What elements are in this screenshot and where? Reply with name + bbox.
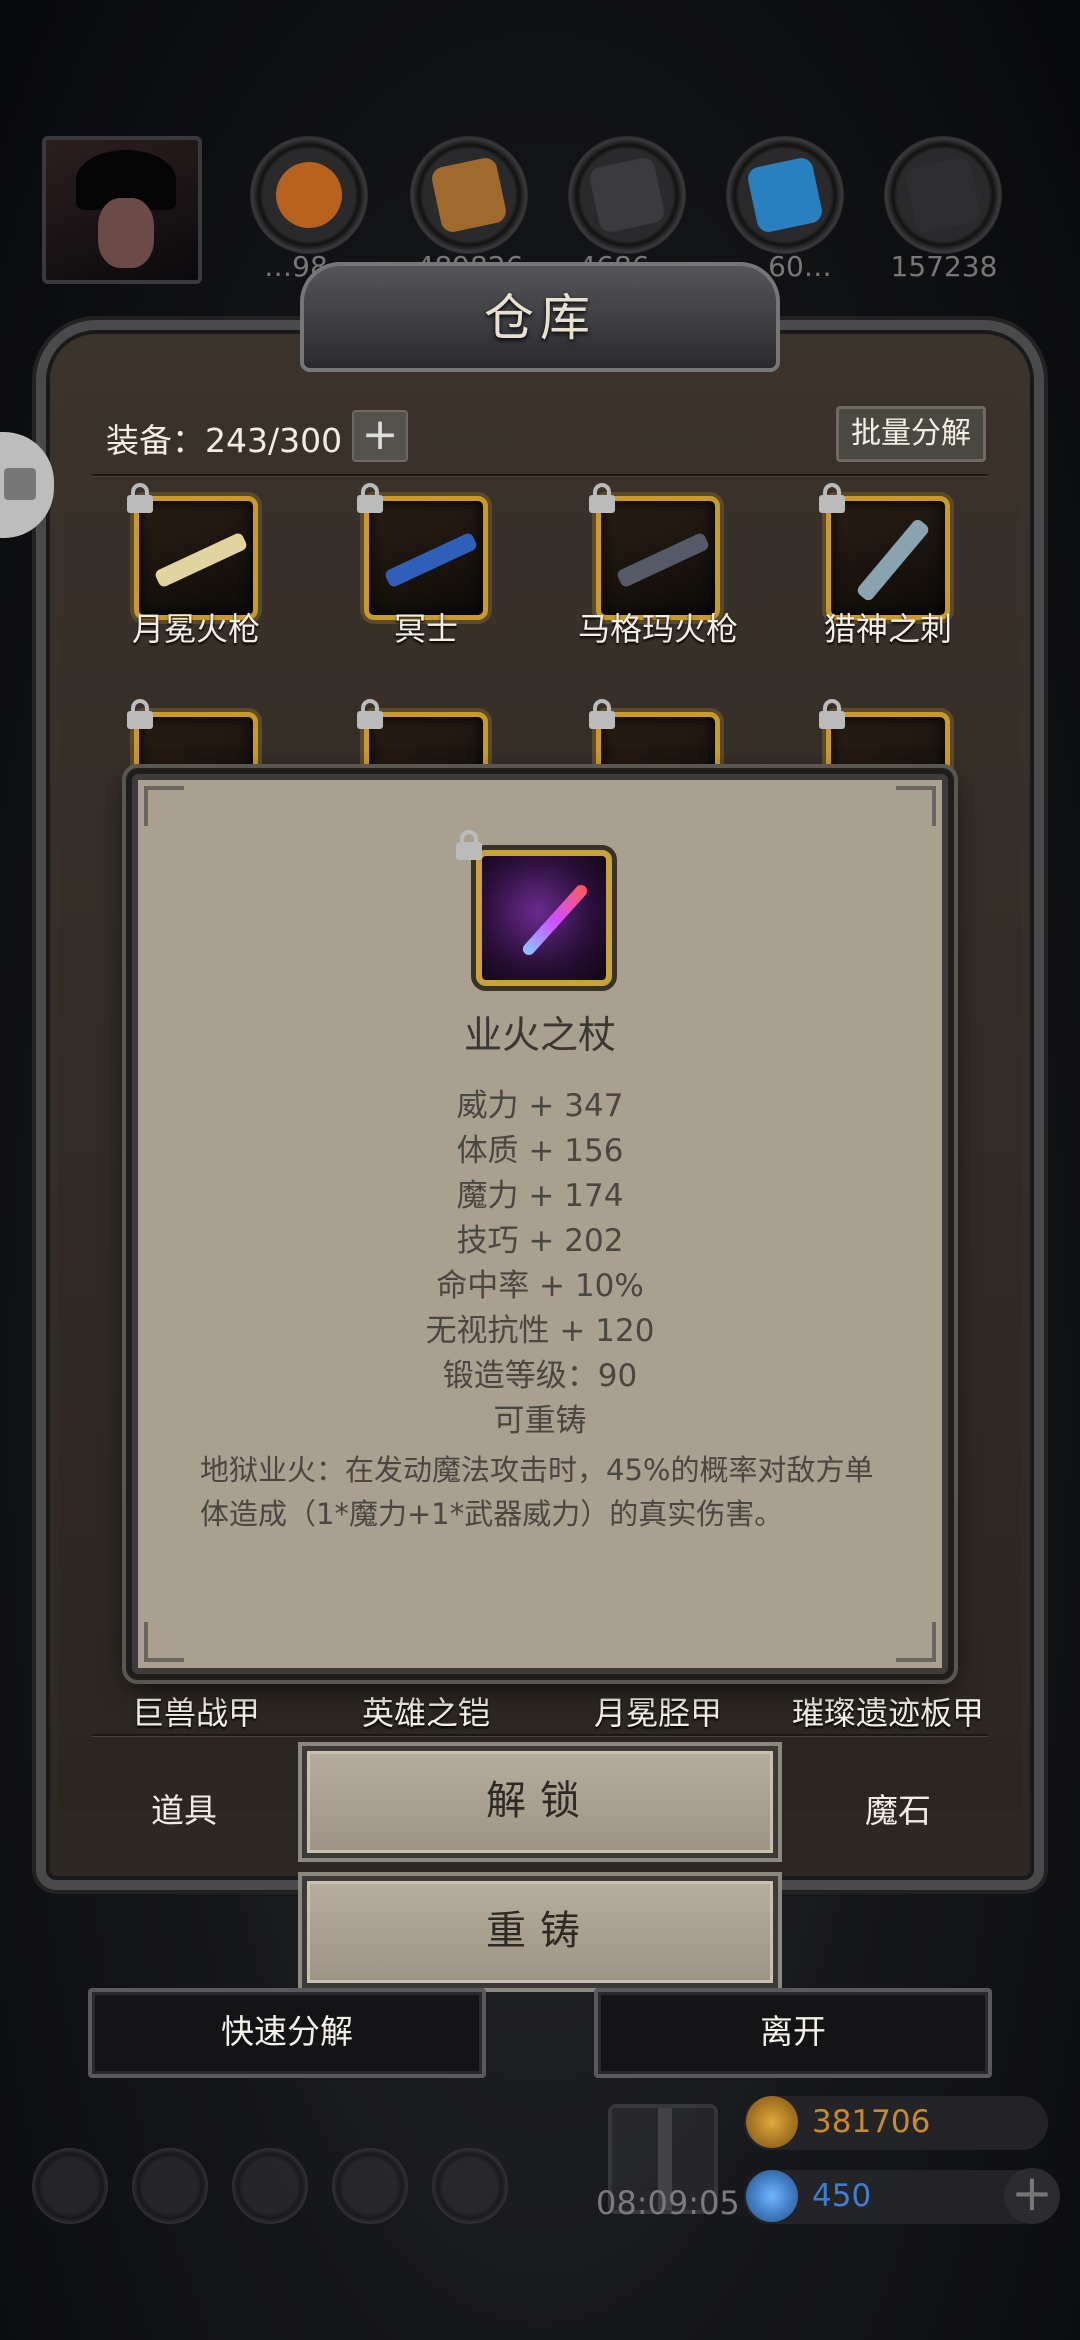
quick-decompose-button[interactable]: 快速分解 <box>88 1988 486 2078</box>
menu-icon[interactable] <box>132 2148 208 2224</box>
stat-line: 可重铸 <box>493 1403 587 1439</box>
expand-capacity-button[interactable]: + <box>352 410 408 462</box>
gold-coin-icon <box>746 2096 798 2148</box>
skill-description: 地狱业火：在发动魔法攻击时，45%的概率对敌方单体造成（1*魔力+1*武器威力）… <box>200 1453 874 1531</box>
stat-line: 威力 + 347 <box>456 1088 624 1124</box>
stat-line: 命中率 + 10% <box>436 1268 644 1304</box>
item-name: 璀璨遗迹板甲 <box>791 1694 984 1732</box>
equip-capacity: 装备：243/300 <box>106 421 343 460</box>
lock-icon <box>819 699 845 729</box>
leave-button[interactable]: 离开 <box>594 1988 992 2078</box>
lock-icon <box>589 699 615 729</box>
stat-line: 无视抗性 + 120 <box>425 1313 655 1349</box>
stat-line: 技巧 + 202 <box>456 1223 624 1259</box>
lock-icon <box>127 483 153 513</box>
resource-wood-icon <box>410 136 528 254</box>
add-currency-button[interactable]: + <box>1004 2168 1060 2224</box>
item-name: 月冕火枪 <box>131 610 260 648</box>
face-shape <box>98 198 154 268</box>
gold-amount: 381706 <box>812 2104 931 2140</box>
unlock-button[interactable]: 解锁 <box>302 1746 778 1858</box>
item-slot[interactable] <box>357 483 488 620</box>
shop-icon[interactable] <box>432 2148 508 2224</box>
page-title: 仓库 <box>484 289 596 347</box>
pistol-icon <box>383 531 479 589</box>
resource-crystal-icon <box>726 136 844 254</box>
divider <box>92 474 988 476</box>
settings-icon[interactable] <box>32 2148 108 2224</box>
tab-items[interactable]: 道具 <box>84 1784 284 1832</box>
item-name: 月冕胫甲 <box>593 1694 722 1732</box>
tab-magic-stones[interactable]: 魔石 <box>798 1784 998 1832</box>
resource-ore-icon <box>250 136 368 254</box>
item-slot[interactable] <box>589 483 720 620</box>
lock-icon <box>357 699 383 729</box>
item-slot[interactable] <box>819 483 950 620</box>
musket-icon <box>153 531 249 589</box>
dagger-icon <box>855 517 931 603</box>
stat-line: 魔力 + 174 <box>456 1178 624 1214</box>
map-icon[interactable] <box>232 2148 308 2224</box>
lock-icon[interactable] <box>456 830 482 860</box>
item-name: 英雄之铠 <box>361 1694 490 1732</box>
countdown-timer: 08:09:05 <box>596 2184 740 2222</box>
toolbox-icon <box>4 468 36 500</box>
musket-icon <box>615 531 711 589</box>
lock-icon <box>819 483 845 513</box>
item-name: 冥士 <box>393 610 458 648</box>
lock-icon <box>127 699 153 729</box>
staff-item-icon <box>476 850 612 986</box>
mail-icon[interactable] <box>332 2148 408 2224</box>
player-avatar[interactable] <box>42 136 202 284</box>
item-name: 马格玛火枪 <box>577 610 738 648</box>
gem-amount: 450 <box>812 2178 872 2214</box>
item-slot[interactable] <box>127 483 258 620</box>
reforge-button[interactable]: 重铸 <box>302 1876 778 1988</box>
stat-line: 体质 + 156 <box>456 1133 624 1169</box>
resource-iron-icon <box>568 136 686 254</box>
lock-icon <box>357 483 383 513</box>
resource-value: 157238 <box>890 250 998 283</box>
item-name: 巨兽战甲 <box>131 1694 260 1732</box>
item-detail-popup: 业火之杖 威力 + 347 体质 + 156 魔力 + 174 技巧 + 202… <box>132 774 948 1674</box>
item-name: 猎神之刺 <box>823 610 952 648</box>
bulk-decompose-button[interactable]: 批量分解 <box>836 406 986 462</box>
resource-metal-icon <box>884 136 1002 254</box>
divider <box>92 1734 988 1736</box>
item-title: 业火之杖 <box>463 1013 616 1057</box>
lock-icon <box>589 483 615 513</box>
gem-icon <box>746 2170 798 2222</box>
stat-line: 锻造等级：90 <box>442 1358 638 1394</box>
